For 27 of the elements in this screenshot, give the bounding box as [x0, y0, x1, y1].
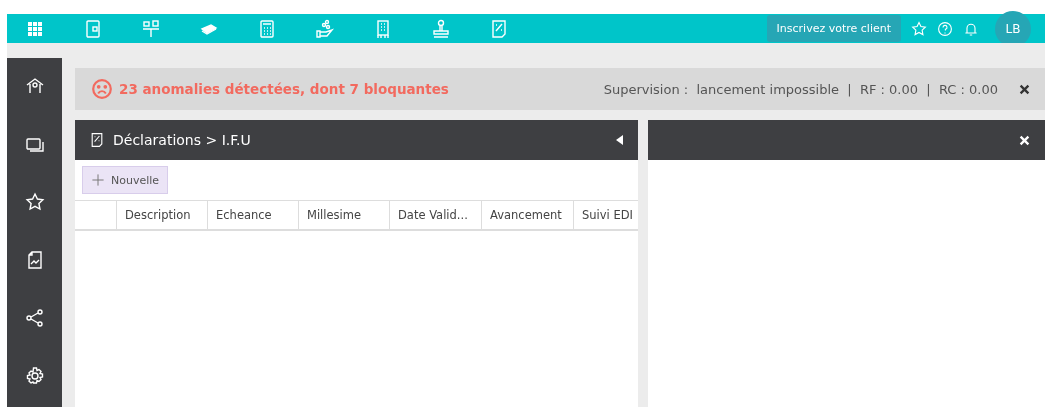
wallet-icon[interactable] [83, 18, 103, 39]
hand-coins-icon[interactable] [315, 18, 335, 39]
anomalies-message: 23 anomalies détectées, dont 7 bloquantes [119, 81, 449, 97]
percent-document-icon [89, 132, 105, 148]
column-header[interactable]: Echeance [207, 201, 298, 229]
home-icon[interactable] [24, 76, 45, 96]
settings-icon[interactable] [24, 366, 45, 386]
column-header[interactable]: Millesime [298, 201, 389, 229]
help-icon[interactable] [937, 20, 953, 37]
star-icon[interactable] [24, 192, 45, 212]
collapse-arrow-icon[interactable] [616, 135, 624, 145]
column-header[interactable]: Suivi EDI [573, 201, 638, 229]
stamp-icon[interactable] [431, 18, 451, 39]
org-chart-icon[interactable] [141, 18, 161, 39]
plus-icon [91, 173, 105, 187]
supervision-status: Supervision : lancement impossible | RF : 0.00 | RC : 0.00 [603, 81, 998, 97]
calculator-icon[interactable] [257, 18, 277, 39]
sad-face-icon [91, 78, 113, 100]
close-icon[interactable] [1018, 82, 1031, 96]
share-icon[interactable] [24, 308, 45, 328]
column-header[interactable]: Date Valid... [389, 201, 481, 229]
percent-document-icon[interactable] [489, 18, 509, 39]
breadcrumb: Déclarations > I.F.U [113, 132, 252, 148]
column-header[interactable]: Description [116, 201, 207, 229]
column-header[interactable]: Avancement [481, 201, 573, 229]
new-button[interactable]: Nouvelle [82, 166, 169, 194]
star-icon[interactable] [911, 20, 927, 37]
